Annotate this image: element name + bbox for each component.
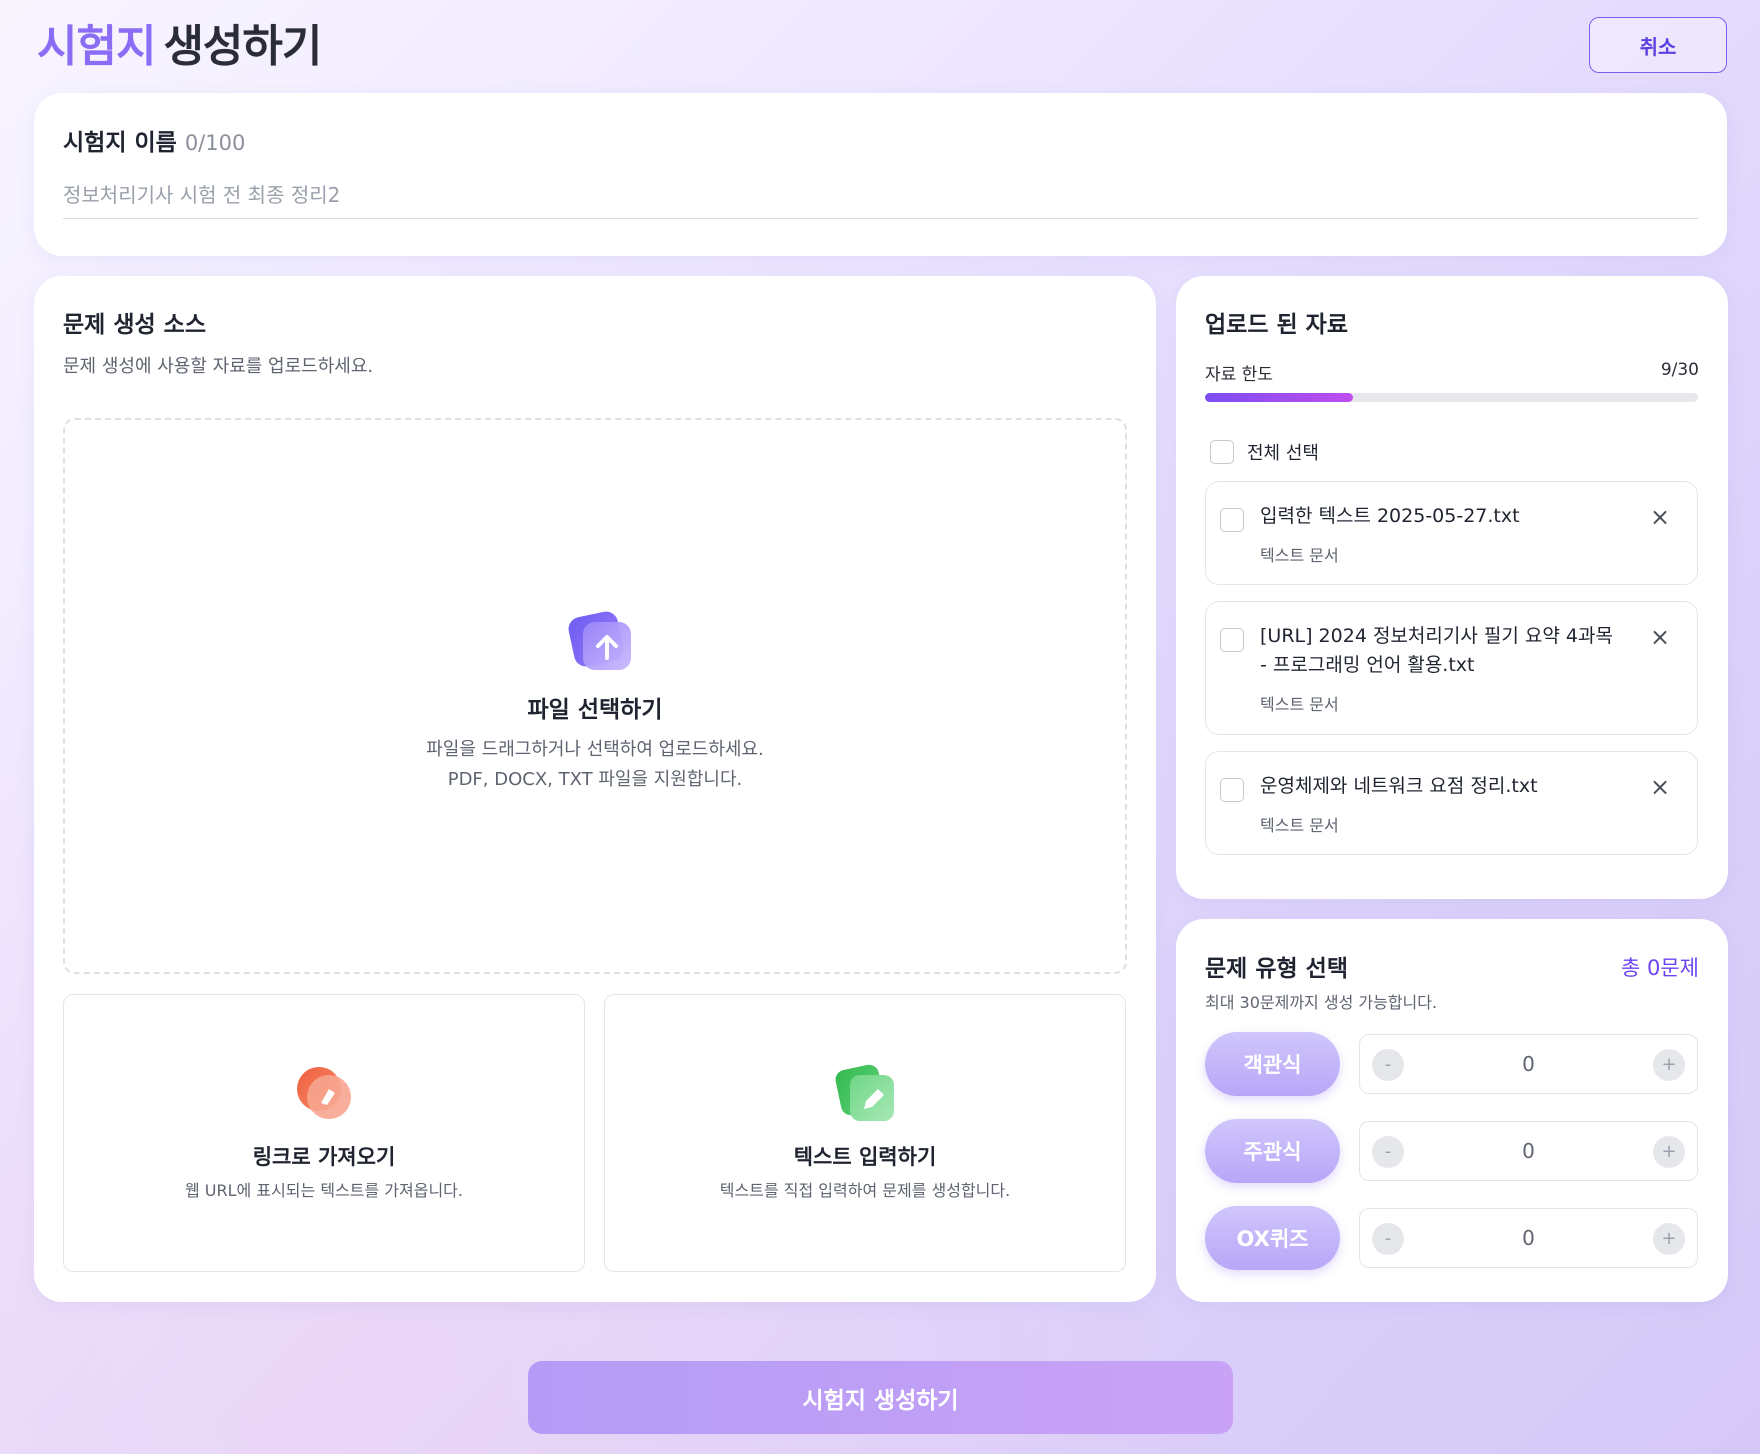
link-import-option[interactable]: 링크로 가져오기 웹 URL에 표시되는 텍스트를 가져옵니다.	[63, 994, 585, 1272]
uploaded-files-card: 업로드 된 자료 자료 한도 9/30 전체 선택 입력한 텍스트 2025-0…	[1176, 276, 1728, 899]
page-title: 시험지 생성하기	[37, 16, 1727, 78]
text-option-desc: 텍스트를 직접 입력하여 문제를 생성합니다.	[719, 1181, 1011, 1200]
file-type: 텍스트 문서	[1260, 816, 1339, 835]
file-checkbox[interactable]	[1220, 628, 1244, 652]
question-type-title: 문제 유형 선택	[1205, 956, 1348, 982]
limit-label: 자료 한도	[1205, 365, 1273, 385]
multiple-choice-button[interactable]: 객관식	[1205, 1032, 1340, 1096]
file-item[interactable]: 입력한 텍스트 2025-05-27.txt 텍스트 문서 ×	[1205, 481, 1698, 585]
dropzone-title: 파일 선택하기	[527, 697, 663, 723]
file-name: 운영체제와 네트워크 요점 정리.txt	[1260, 775, 1538, 797]
question-type-card: 문제 유형 선택 총 0문제 최대 30문제까지 생성 가능합니다. 객관식 -…	[1176, 919, 1728, 1302]
file-type: 텍스트 문서	[1260, 695, 1339, 714]
quantity-stepper: - 0 +	[1359, 1121, 1698, 1181]
file-type: 텍스트 문서	[1260, 546, 1339, 565]
quantity-value: 0	[1522, 1139, 1535, 1163]
uploaded-title: 업로드 된 자료	[1205, 312, 1348, 338]
close-icon[interactable]: ×	[1649, 775, 1671, 799]
exam-name-card: 시험지 이름 0/100	[34, 93, 1727, 256]
file-checkbox[interactable]	[1220, 778, 1244, 802]
source-title: 문제 생성 소스	[63, 312, 206, 338]
total-question-count: 총 0문제	[1621, 956, 1699, 980]
quantity-value: 0	[1522, 1226, 1535, 1250]
limit-progress-bar	[1205, 393, 1698, 402]
exam-name-label: 시험지 이름	[63, 130, 177, 156]
upload-icon	[568, 611, 631, 670]
generate-exam-button[interactable]: 시험지 생성하기	[528, 1361, 1233, 1434]
file-checkbox[interactable]	[1220, 508, 1244, 532]
file-name: [URL] 2024 정보처리기사 필기 요약 4과목 - 프로그래밍 언어 활…	[1260, 625, 1613, 676]
question-type-subtitle: 최대 30문제까지 생성 가능합니다.	[1205, 993, 1438, 1012]
close-icon[interactable]: ×	[1649, 505, 1671, 529]
quantity-stepper: - 0 +	[1359, 1034, 1698, 1094]
dropzone-desc-line2: PDF, DOCX, TXT 파일을 지원합니다.	[447, 769, 743, 790]
select-all-checkbox[interactable]	[1210, 440, 1234, 464]
link-option-desc: 웹 URL에 표시되는 텍스트를 가져옵니다.	[185, 1181, 463, 1200]
ox-quiz-button[interactable]: OX퀴즈	[1205, 1206, 1340, 1270]
select-all-row[interactable]: 전체 선택	[1210, 439, 1319, 465]
exam-name-char-count: 0/100	[184, 131, 246, 155]
dropzone-desc-line1: 파일을 드래그하거나 선택하여 업로드하세요.	[426, 739, 764, 760]
file-item[interactable]: 운영체제와 네트워크 요점 정리.txt 텍스트 문서 ×	[1205, 751, 1698, 855]
question-type-row: OX퀴즈 - 0 +	[1205, 1206, 1698, 1270]
file-item[interactable]: [URL] 2024 정보처리기사 필기 요약 4과목 - 프로그래밍 언어 활…	[1205, 601, 1698, 735]
limit-progress-fill	[1205, 393, 1353, 402]
increment-button[interactable]: +	[1653, 1136, 1685, 1168]
short-answer-button[interactable]: 주관식	[1205, 1119, 1340, 1183]
close-icon[interactable]: ×	[1649, 625, 1671, 649]
increment-button[interactable]: +	[1653, 1223, 1685, 1255]
question-type-row: 객관식 - 0 +	[1205, 1032, 1698, 1096]
quantity-stepper: - 0 +	[1359, 1208, 1698, 1268]
increment-button[interactable]: +	[1653, 1049, 1685, 1081]
page-title-accent: 시험지	[37, 21, 156, 72]
link-option-title: 링크로 가져오기	[252, 1145, 396, 1169]
source-card: 문제 생성 소스 문제 생성에 사용할 자료를 업로드하세요. 파일 선택하기 …	[34, 276, 1156, 1302]
limit-count: 9/30	[1660, 360, 1699, 380]
question-type-row: 주관식 - 0 +	[1205, 1119, 1698, 1183]
quantity-value: 0	[1522, 1052, 1535, 1076]
link-icon	[297, 1067, 351, 1119]
file-name: 입력한 텍스트 2025-05-27.txt	[1260, 505, 1520, 527]
pencil-icon	[835, 1064, 894, 1121]
select-all-label: 전체 선택	[1247, 443, 1319, 464]
page-title-rest: 생성하기	[163, 21, 322, 72]
exam-name-label-row: 시험지 이름 0/100	[63, 123, 245, 157]
page-header: 시험지 생성하기 취소	[37, 16, 1727, 78]
source-subtitle: 문제 생성에 사용할 자료를 업로드하세요.	[63, 356, 374, 377]
text-input-option[interactable]: 텍스트 입력하기 텍스트를 직접 입력하여 문제를 생성합니다.	[604, 994, 1126, 1272]
cancel-button[interactable]: 취소	[1589, 17, 1727, 73]
exam-name-input[interactable]	[63, 171, 1698, 219]
text-option-title: 텍스트 입력하기	[793, 1145, 937, 1169]
file-dropzone[interactable]: 파일 선택하기 파일을 드래그하거나 선택하여 업로드하세요. PDF, DOC…	[63, 418, 1127, 974]
